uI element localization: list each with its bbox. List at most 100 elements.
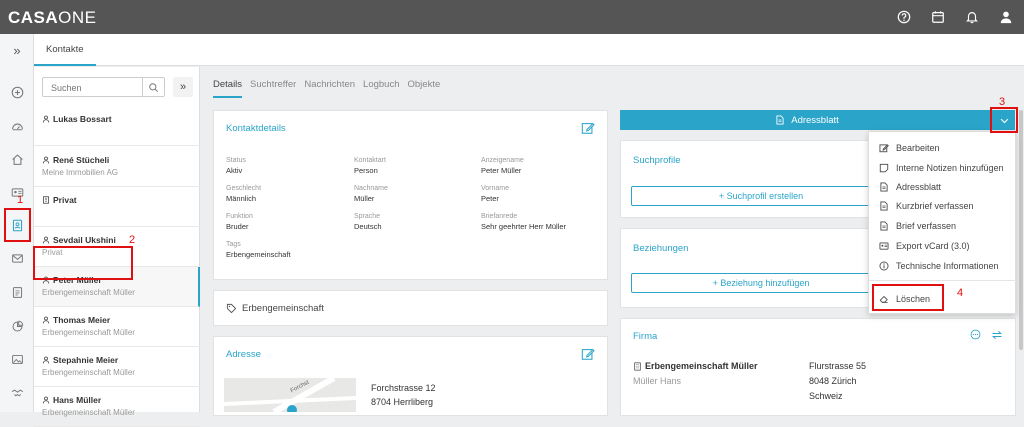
contact-name: Lukas Bossart [42,114,200,124]
firma-card: Firma Erbengemeinschaft Müller Müller Ha… [620,318,1016,416]
rail-expand-button[interactable]: » [0,34,34,66]
contact-list-item[interactable]: René Stücheli Meine Immobilien AG [34,147,200,187]
tab-suchtreffer[interactable]: Suchtreffer [250,79,296,98]
contact-company: Meine Immobilien AG [42,168,119,177]
person-icon [42,316,50,324]
bell-icon[interactable] [964,9,980,25]
contact-list-item[interactable]: Hans Müller Erbengemeinschaft Müller [34,387,200,427]
menu-item-bearbeiten[interactable]: Bearbeiten [869,138,1017,157]
swap-icon[interactable] [991,329,1003,341]
field-briefanrede: Briefanrede Sehr geehrter Herr Müller [481,213,567,231]
contact-list-item[interactable]: Stepahnie Meier Erbengemeinschaft Müller [34,347,200,387]
person-icon [42,356,50,364]
contact-name: Privat [42,195,200,205]
firma-title: Firma [633,331,658,342]
tab-objekte[interactable]: Objekte [408,79,441,98]
image-icon[interactable] [9,351,25,367]
tab-kontakte[interactable]: Kontakte [34,34,96,66]
document-icon [880,221,888,230]
highlight-box-2 [33,246,133,280]
menu-item-kurzbrief[interactable]: Kurzbrief verfassen [869,196,1017,215]
edit-address-icon[interactable] [581,347,595,361]
contact-list-item[interactable]: Privat [34,187,200,227]
add-relationship-button[interactable]: + Beziehung hinzufügen [631,273,891,293]
person-icon [42,236,50,244]
beziehungen-title: Beziehungen [633,243,689,254]
add-circle-icon[interactable] [9,84,25,100]
menu-item-vcard[interactable]: Export vCard (3.0) [869,236,1017,255]
more-options-icon[interactable] [970,329,981,340]
create-search-profile-button[interactable]: + Suchprofil erstellen [631,186,891,206]
documents-icon[interactable] [9,284,25,300]
highlight-box-4 [872,284,944,311]
search-input[interactable] [51,81,141,94]
highlight-box-3 [990,107,1018,133]
contact-name: Hans Müller [42,395,200,405]
building-icon [43,196,49,204]
annotation-label-1: 1 [17,194,24,206]
help-icon[interactable] [896,9,912,25]
calendar-icon[interactable] [930,9,946,25]
person-icon [42,156,50,164]
contact-list-item[interactable]: Lukas Bossart [34,106,200,146]
pie-chart-icon[interactable] [9,318,25,334]
contact-company: Erbengemeinschaft Müller [42,368,135,377]
firma-city: 8048 Zürich [809,376,857,386]
suchprofile-title: Suchprofile [633,155,681,166]
menu-item-notizen[interactable]: Interne Notizen hinzufügen [869,158,1017,177]
contact-list-item[interactable]: Thomas Meier Erbengemeinschaft Müller [34,307,200,347]
adresse-title: Adresse [226,349,261,360]
highlight-box-1 [4,208,31,242]
scrollbar[interactable] [1019,110,1023,350]
handshake-icon[interactable] [9,384,25,400]
field-geschlecht: Geschlecht Männlich [226,185,262,203]
search-box [42,77,165,97]
tab-logbuch[interactable]: Logbuch [363,79,399,98]
field-sprache: Sprache Deutsch [354,213,382,231]
firma-name-row: Erbengemeinschaft Müller [633,361,758,371]
dashboard-icon[interactable] [9,118,25,134]
tab-details[interactable]: Details [213,79,243,98]
person-icon [42,396,50,404]
contact-list-panel: » Lukas Bossart René Stücheli Meine Immobi… [34,67,200,427]
tab-nachrichten[interactable]: Nachrichten [304,79,355,98]
list-expand-button[interactable]: » [173,77,193,97]
app-logo[interactable]: CASAONE [8,8,97,28]
person-icon [42,115,50,123]
main-tab-bar: Kontakte [34,34,1024,66]
vcard-icon [879,241,889,250]
tag-card: Erbengemeinschaft [213,290,608,326]
firma-name: Erbengemeinschaft Müller [645,361,758,371]
field-kontaktart: Kontaktart Person [354,157,386,175]
field-nachname: Nachname Müller [354,185,388,203]
contact-name: René Stücheli [42,155,200,165]
mail-icon[interactable] [9,250,25,266]
field-status: Status Aktiv [226,157,246,175]
top-bar: CASAONE [0,0,1024,34]
tag-icon [226,303,237,314]
firma-street: Flurstrasse 55 [809,361,867,371]
contact-company: Erbengemeinschaft Müller [42,328,135,337]
annotation-label-4: 4 [957,287,964,299]
edit-icon[interactable] [581,121,595,135]
address-map[interactable]: Forchst [224,378,356,412]
document-icon [776,115,784,125]
menu-item-adressblatt[interactable]: Adressblatt [869,177,1017,196]
menu-item-brief[interactable]: Brief verfassen [869,216,1017,235]
tag-label: Erbengemeinschaft [242,303,324,314]
search-button[interactable] [142,78,164,96]
home-icon[interactable] [9,151,25,167]
firma-person: Müller Hans [633,376,682,386]
firma-country: Schweiz [809,391,843,401]
contact-name: Sevdail Ukshini [42,235,200,245]
field-vorname: Vorname Peter [481,185,510,203]
building-icon [634,361,641,371]
user-icon[interactable] [998,9,1014,25]
contact-name: Stepahnie Meier [42,355,200,365]
adressblatt-button[interactable]: Adressblatt [620,110,994,130]
field-funktion: Funktion Bruder [226,213,253,231]
menu-item-info[interactable]: Technische Informationen [869,256,1017,275]
address-line1: Forchstrasse 12 [371,383,436,393]
menu-separator [869,280,1017,281]
document-icon [880,201,888,210]
